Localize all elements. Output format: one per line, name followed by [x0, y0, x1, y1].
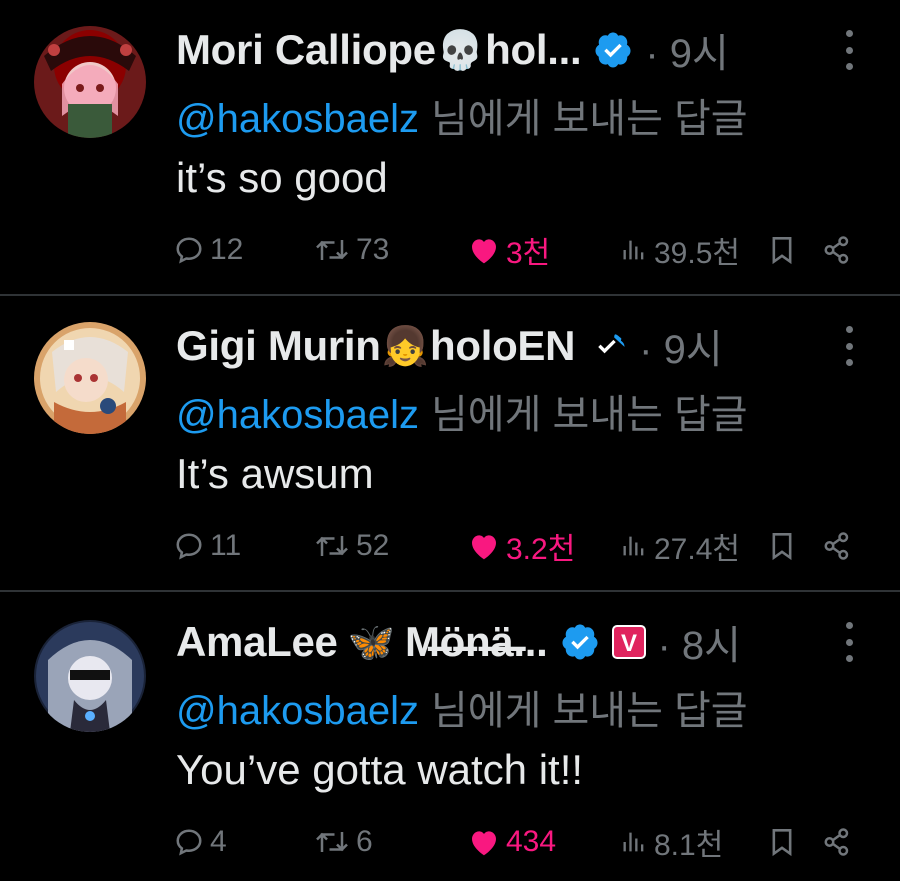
display-name[interactable]: Mori Calliope: [176, 26, 436, 74]
reply-icon: [176, 829, 202, 856]
view-count: 39.5천: [654, 237, 740, 270]
share-button[interactable]: [822, 226, 852, 274]
share-icon: [824, 532, 849, 560]
view-count: 8.1천: [654, 829, 724, 862]
bookmark-button[interactable]: [768, 226, 796, 274]
retweet-count: 6: [356, 825, 373, 858]
display-name-suffix[interactable]: hol...: [485, 26, 581, 74]
reply-count: 11: [210, 529, 242, 562]
retweet-icon: [316, 832, 348, 852]
more-options-icon[interactable]: [844, 326, 854, 366]
mori-avatar-icon: [34, 26, 146, 138]
reply-icon: [176, 533, 202, 560]
share-button[interactable]: [822, 522, 852, 570]
timestamp[interactable]: · 9시: [639, 317, 722, 375]
mention-link[interactable]: @hakosbaelz: [176, 689, 419, 733]
reply-button[interactable]: 4: [174, 818, 227, 866]
reply-context: @hakosbaelz 님에게 보내는 답글: [176, 678, 748, 736]
tweet-text: it’s so good: [176, 154, 388, 201]
girl-emoji: 👧: [381, 323, 429, 368]
like-button[interactable]: 3.2천: [468, 522, 575, 570]
retweet-icon: [316, 240, 348, 260]
heart-icon: [472, 239, 496, 264]
views-button[interactable]: 39.5천: [620, 226, 740, 274]
retweet-button[interactable]: 73: [314, 226, 389, 274]
display-name[interactable]: Gigi Murin: [176, 322, 381, 370]
avatar[interactable]: [34, 26, 146, 138]
reply-icon: [176, 237, 202, 264]
reply-context: @hakosbaelz 님에게 보내는 답글: [176, 86, 748, 144]
v-badge-icon: V: [611, 625, 646, 659]
more-options-icon[interactable]: [844, 30, 854, 70]
more-options-icon[interactable]: [844, 622, 854, 662]
amalee-avatar-icon: [34, 620, 146, 732]
reply-label: 님에게 보내는 답글: [430, 97, 748, 141]
action-bar: 4 6 434 8.1천: [0, 818, 900, 866]
views-button[interactable]: 8.1천: [620, 818, 723, 866]
like-count: 3.2천: [506, 533, 576, 566]
reply-label: 님에게 보내는 답글: [430, 689, 748, 733]
view-count: 27.4천: [654, 533, 740, 566]
share-button[interactable]: [822, 818, 852, 866]
svg-text:V: V: [620, 630, 636, 657]
display-name-suffix[interactable]: holoEN: [430, 322, 575, 370]
tweet-text: You’ve gotta watch it!!: [176, 746, 584, 793]
like-count: 434: [506, 825, 557, 858]
timestamp[interactable]: · 8시: [658, 613, 741, 671]
reply-button[interactable]: 11: [174, 522, 241, 570]
skull-emoji: 💀: [436, 27, 485, 72]
heart-icon: [472, 535, 496, 560]
avatar[interactable]: [34, 322, 146, 434]
views-button[interactable]: 27.4천: [620, 522, 740, 570]
bookmark-button[interactable]: [768, 522, 796, 570]
bookmark-button[interactable]: [768, 818, 796, 866]
reply-context: @hakosbaelz 님에게 보내는 답글: [176, 382, 748, 440]
retweet-count: 73: [356, 233, 390, 266]
bookmark-icon: [772, 829, 792, 857]
verified-badge-icon: [587, 326, 627, 366]
display-name-suffix[interactable]: M̶ö̶n̶ä̶...: [405, 618, 548, 666]
verified-badge-icon: [593, 30, 633, 70]
display-name[interactable]: AmaLee: [176, 618, 338, 666]
mention-link[interactable]: @hakosbaelz: [176, 97, 419, 141]
action-bar: 11 52 3.2천 27.4천: [0, 522, 900, 570]
timestamp[interactable]: · 9시: [645, 21, 728, 79]
retweet-icon: [316, 536, 348, 556]
bookmark-icon: [772, 237, 792, 265]
like-count: 3천: [506, 237, 551, 270]
retweet-count: 52: [356, 529, 390, 562]
action-bar: 12 73 3천 39.5천: [0, 226, 900, 274]
mention-link[interactable]: @hakosbaelz: [176, 393, 419, 437]
avatar[interactable]: [34, 620, 146, 732]
like-button[interactable]: 434: [468, 818, 556, 866]
share-icon: [824, 828, 849, 856]
verified-badge-icon: [560, 622, 600, 662]
reply-label: 님에게 보내는 답글: [430, 393, 748, 437]
heart-icon: [472, 831, 496, 856]
reply-button[interactable]: 12: [174, 226, 243, 274]
share-icon: [824, 236, 849, 264]
reply-count: 4: [210, 825, 227, 858]
tweet-2[interactable]: Gigi Murin 👧 holoEN · 9시 @hakosbaelz 님에게 …: [0, 296, 900, 590]
like-button[interactable]: 3천: [468, 226, 550, 274]
reply-count: 12: [210, 233, 244, 266]
retweet-button[interactable]: 6: [314, 818, 373, 866]
views-chart-icon: [623, 536, 644, 556]
tweet-1[interactable]: Mori Calliope 💀 hol... · 9시 @hakosbaelz 님…: [0, 0, 900, 294]
views-chart-icon: [623, 832, 644, 852]
retweet-button[interactable]: 52: [314, 522, 389, 570]
bookmark-icon: [772, 533, 792, 561]
views-chart-icon: [623, 240, 644, 260]
tweet-text: It’s awsum: [176, 450, 374, 497]
gigi-avatar-icon: [34, 322, 146, 434]
butterfly-emoji: 🦋: [347, 619, 395, 664]
tweet-3[interactable]: AmaLee 🦋 M̶ö̶n̶ä̶... V · 8시 @hakosbaelz 님…: [0, 592, 900, 881]
